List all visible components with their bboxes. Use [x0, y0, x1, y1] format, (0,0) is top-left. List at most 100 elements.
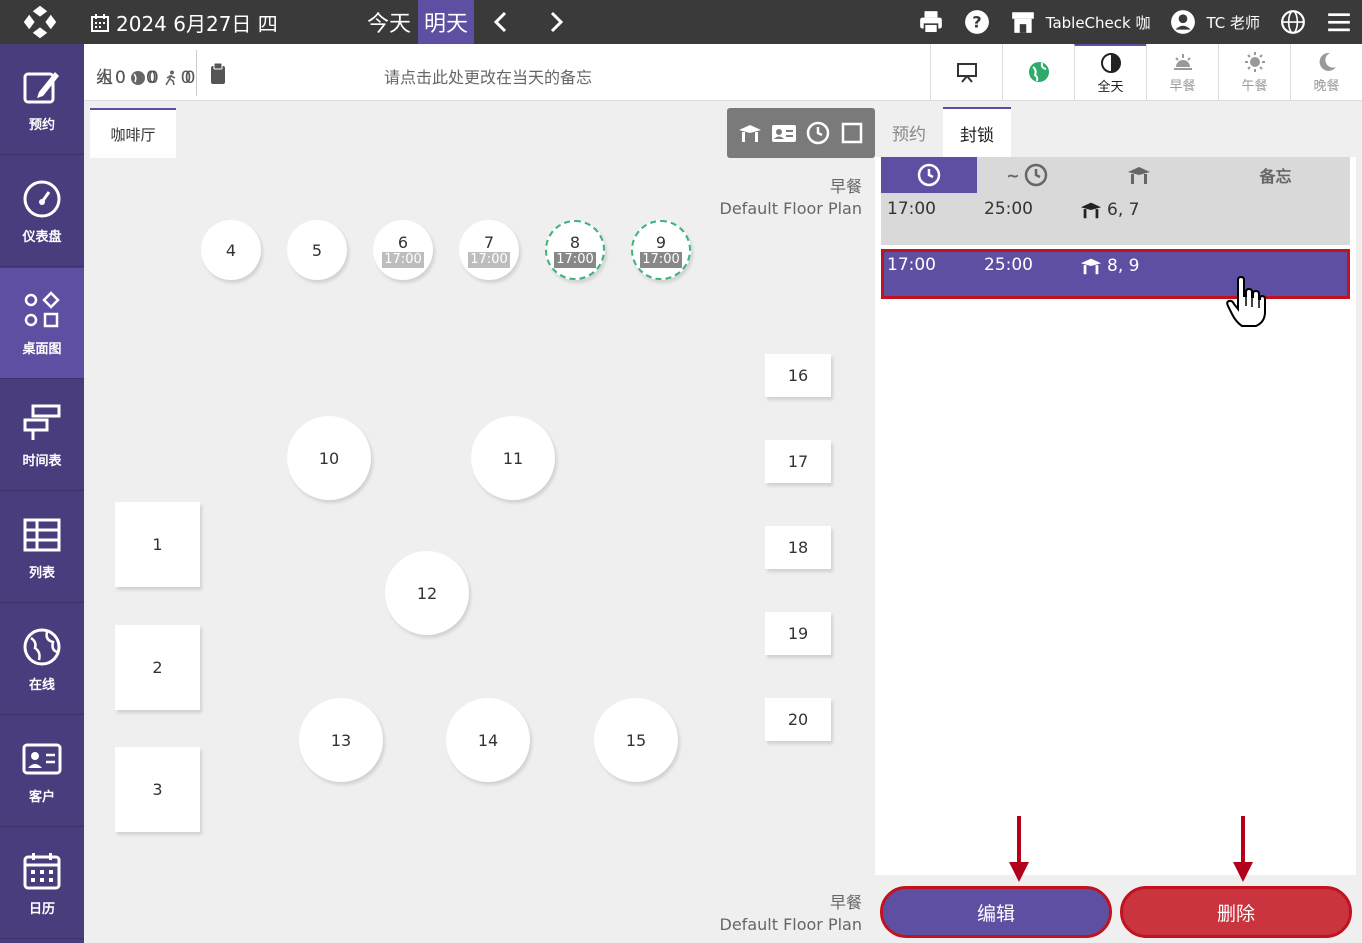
- tab-blocks[interactable]: 封锁: [943, 107, 1011, 157]
- clock-icon: [1024, 163, 1047, 187]
- user-icon[interactable]: [1170, 9, 1196, 35]
- moon-icon: [1319, 52, 1336, 71]
- sidebar-item-reservation[interactable]: 预约: [0, 44, 84, 155]
- sidebar: 预约 仪表盘 桌面图 时间表 列表 在线 客户 日历: [0, 44, 84, 943]
- presentation-icon: [956, 62, 977, 83]
- divider: [196, 50, 197, 96]
- block-row[interactable]: 17:00 25:00 6, 7: [881, 193, 1350, 245]
- edit-button[interactable]: 编辑: [880, 886, 1112, 938]
- contact-card-icon: [22, 743, 62, 774]
- table-4[interactable]: 4: [201, 220, 261, 280]
- user-name[interactable]: TC 老师: [1206, 12, 1260, 33]
- meal-lunch-tab[interactable]: 午餐: [1218, 44, 1290, 101]
- column-tables[interactable]: [1077, 157, 1201, 193]
- edit-icon: [23, 71, 59, 103]
- block-list: ~ 备忘 17:00 25:00 6, 7 17:00 25:00 8, 9: [875, 157, 1356, 875]
- previous-day-icon[interactable]: [489, 10, 513, 34]
- half-circle-icon: [1100, 53, 1121, 73]
- sidebar-item-timeline[interactable]: 时间表: [0, 380, 84, 491]
- memo-icon[interactable]: [208, 62, 230, 86]
- block-list-header: ~ 备忘: [881, 157, 1350, 193]
- sidebar-item-list[interactable]: 列表: [0, 492, 84, 603]
- table-12[interactable]: 12: [385, 551, 469, 635]
- sidebar-item-calendar[interactable]: 日历: [0, 828, 84, 939]
- sidebar-item-floor-plan[interactable]: 桌面图: [0, 268, 84, 379]
- column-end[interactable]: ~: [977, 157, 1077, 193]
- sidebar-item-dashboard[interactable]: 仪表盘: [0, 156, 84, 267]
- contact-card-icon[interactable]: [771, 120, 797, 146]
- table-2[interactable]: 2: [115, 625, 200, 710]
- table-9[interactable]: 9 17:00: [631, 220, 691, 280]
- timeline-icon: [23, 404, 61, 440]
- tab-reservations[interactable]: 预约: [875, 107, 943, 157]
- meal-all-day-tab[interactable]: 全天: [1074, 44, 1146, 101]
- calendar-icon: [23, 852, 61, 889]
- table-13[interactable]: 13: [299, 698, 383, 782]
- table-7[interactable]: 7 17:00: [459, 220, 519, 280]
- clock-icon: [917, 163, 941, 187]
- meal-breakfast-tab[interactable]: 早餐: [1146, 44, 1218, 101]
- square-icon[interactable]: [839, 120, 865, 146]
- globe-icon: [1028, 61, 1049, 82]
- dashboard-icon: [23, 180, 61, 217]
- meal-dinner-tab[interactable]: 晚餐: [1290, 44, 1362, 101]
- store-icon[interactable]: [1010, 9, 1036, 35]
- floor-plan-label-bottom: 早餐 Default Floor Plan: [719, 893, 862, 934]
- table-20[interactable]: 20: [765, 698, 831, 741]
- table-15[interactable]: 15: [594, 698, 678, 782]
- clock-icon[interactable]: [805, 120, 831, 146]
- online-toggle-button[interactable]: [1002, 44, 1074, 101]
- table-5[interactable]: 5: [287, 220, 347, 280]
- menu-icon[interactable]: [1326, 9, 1352, 35]
- table-16[interactable]: 16: [765, 354, 831, 397]
- table-18[interactable]: 18: [765, 526, 831, 569]
- table-icon: [1080, 258, 1102, 275]
- help-icon[interactable]: ?: [964, 9, 990, 35]
- table-17[interactable]: 17: [765, 440, 831, 483]
- table-19[interactable]: 19: [765, 612, 831, 655]
- block-panel: 预约 封锁 ~ 备忘 17:00 25:00 6, 7 17:00 25:00 …: [875, 101, 1362, 943]
- restaurant-name[interactable]: TableCheck 咖: [1046, 12, 1151, 33]
- floor-plan-label-top: 早餐 Default Floor Plan: [719, 177, 862, 218]
- sun-icon: [1244, 52, 1265, 72]
- table-icon[interactable]: [737, 120, 763, 146]
- sunrise-icon: [1173, 54, 1192, 70]
- date-text: 2024 6月27日 四: [116, 12, 278, 36]
- top-bar: 2024 6月27日 四 今天 明天 ? TableCheck 咖 TC 老师: [0, 0, 1362, 44]
- table-icon: [1080, 202, 1102, 219]
- table-11[interactable]: 11: [471, 416, 555, 500]
- next-day-icon[interactable]: [544, 10, 568, 34]
- column-memo[interactable]: 备忘: [1201, 157, 1350, 193]
- tomorrow-button[interactable]: 明天: [418, 0, 474, 44]
- hand-cursor-icon: [1226, 276, 1266, 327]
- table-3[interactable]: 3: [115, 747, 200, 832]
- table-icon: [23, 518, 61, 551]
- table-10[interactable]: 10: [287, 416, 371, 500]
- block-row-selected[interactable]: 17:00 25:00 8, 9: [881, 249, 1350, 299]
- today-button[interactable]: 今天: [362, 0, 416, 44]
- table-icon: [1128, 167, 1150, 184]
- memo-field[interactable]: 请点击此处更改在当天的备忘: [384, 64, 592, 88]
- arrow-down-icon: [1233, 816, 1253, 882]
- date-selector[interactable]: 2024 6月27日 四: [90, 8, 278, 37]
- globe-icon: [23, 628, 61, 665]
- arrow-down-icon: [1009, 816, 1029, 882]
- column-start[interactable]: [881, 157, 977, 193]
- sidebar-item-online[interactable]: 在线: [0, 604, 84, 715]
- calendar-icon: [91, 13, 109, 32]
- sidebar-item-customers[interactable]: 客户: [0, 716, 84, 827]
- logo-icon[interactable]: [20, 4, 60, 40]
- sub-toolbar: 组0 0 0 人0 0 0 请点击此处更改在当天的备忘 全天 早餐 午餐 晚餐: [84, 44, 1362, 101]
- presentation-button[interactable]: [930, 44, 1002, 101]
- table-6[interactable]: 6 17:00: [373, 220, 433, 280]
- table-1[interactable]: 1: [115, 502, 200, 587]
- delete-button[interactable]: 删除: [1120, 886, 1352, 938]
- table-8[interactable]: 8 17:00: [545, 220, 605, 280]
- printer-icon[interactable]: [918, 9, 944, 35]
- room-tab-cafe[interactable]: 咖啡厅: [90, 108, 176, 158]
- svg-text:?: ?: [972, 12, 981, 31]
- table-14[interactable]: 14: [446, 698, 530, 782]
- globe-icon[interactable]: [1280, 9, 1306, 35]
- shapes-icon: [24, 290, 60, 327]
- view-toggle-group: [727, 108, 875, 158]
